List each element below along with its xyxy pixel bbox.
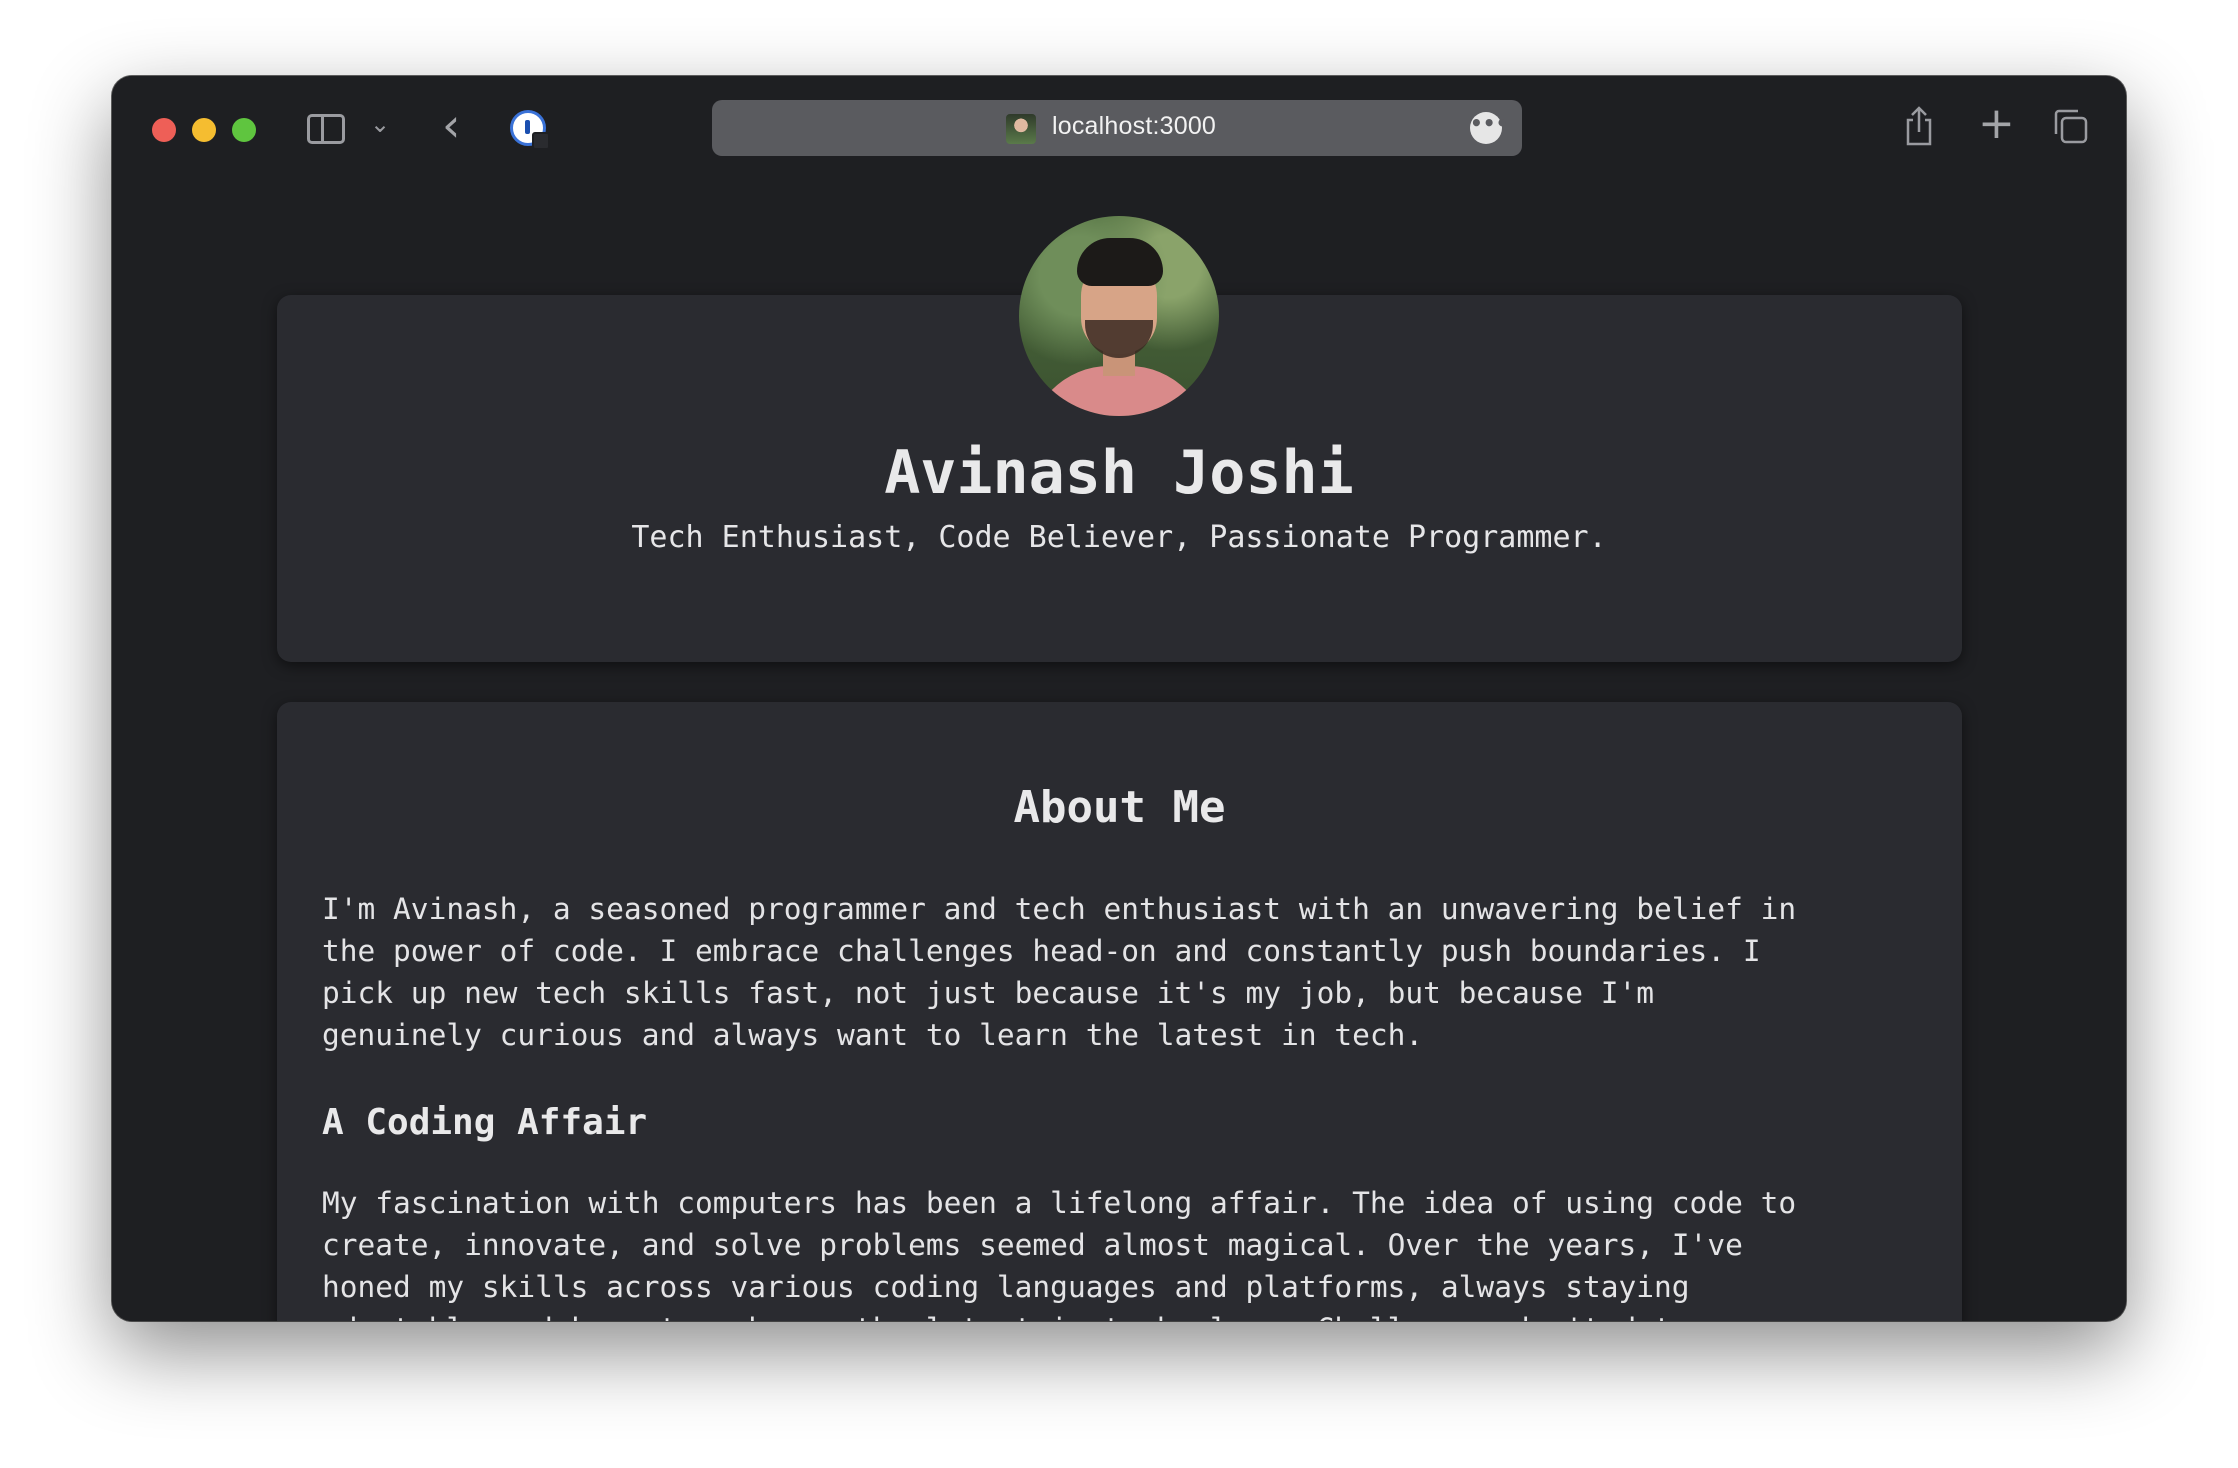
- profile-avatar: [1019, 216, 1219, 416]
- about-card: About Me I'm Avinash, a seasoned program…: [277, 702, 1962, 1321]
- browser-window: ⌄ ‹ localhost:3000 ••• + Avinash Joshi T…: [112, 76, 2126, 1321]
- more-options-icon[interactable]: •••: [1470, 112, 1508, 144]
- url-text[interactable]: localhost:3000: [1052, 112, 1216, 141]
- zoom-window-button[interactable]: [232, 118, 256, 142]
- coding-affair-heading: A Coding Affair: [322, 1102, 648, 1143]
- minimize-window-button[interactable]: [192, 118, 216, 142]
- coding-affair-text: My fascination with computers has been a…: [322, 1186, 1797, 1321]
- extension-lock-badge-icon: [532, 132, 550, 150]
- profile-name: Avinash Joshi: [884, 438, 1354, 508]
- new-tab-icon[interactable]: +: [1978, 98, 2015, 149]
- browser-toolbar: ⌄ ‹ localhost:3000 ••• +: [112, 76, 2126, 180]
- profile-tagline: Tech Enthusiast, Code Believer, Passiona…: [631, 520, 1607, 555]
- page-content: Avinash Joshi Tech Enthusiast, Code Beli…: [112, 180, 2126, 1321]
- about-intro-text: I'm Avinash, a seasoned programmer and t…: [322, 892, 1797, 1052]
- sidebar-toggle-icon[interactable]: [307, 114, 345, 144]
- close-window-button[interactable]: [152, 118, 176, 142]
- tab-overview-icon[interactable]: [2052, 108, 2088, 144]
- back-arrow-icon[interactable]: ‹: [442, 98, 460, 152]
- site-favicon-icon: [1006, 114, 1036, 144]
- share-icon[interactable]: [1904, 106, 1934, 146]
- about-title: About Me: [1013, 782, 1226, 833]
- address-bar[interactable]: localhost:3000 •••: [712, 100, 1522, 156]
- chevron-down-icon[interactable]: ⌄: [370, 110, 390, 138]
